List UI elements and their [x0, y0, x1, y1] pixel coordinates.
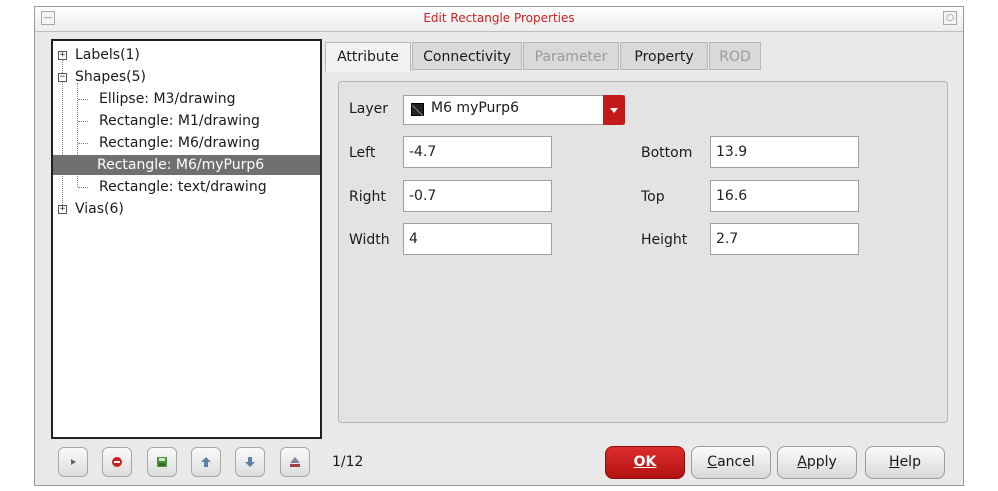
left-label: Left [349, 145, 376, 161]
layer-value: M6 myPurp6 [431, 100, 519, 116]
play-button[interactable] [58, 447, 88, 477]
layer-swatch-icon [411, 103, 424, 116]
ok-label: OK [633, 454, 657, 470]
width-field[interactable]: 4 [403, 223, 552, 255]
tree-node-label: Vias [75, 201, 105, 217]
tab-connectivity[interactable]: Connectivity [412, 42, 522, 70]
help-button[interactable]: Help [865, 446, 945, 479]
layer-label: Layer [349, 101, 389, 117]
dialog-window: — Edit Rectangle Properties ○ + Labels(1… [34, 6, 964, 486]
shape-tree[interactable]: + Labels(1) − Shapes(5) Ellipse: M3/draw… [51, 39, 322, 439]
tree-connector [78, 143, 88, 144]
stop-button[interactable] [102, 447, 132, 477]
tree-connector [78, 121, 88, 122]
arrow-up-icon [201, 457, 211, 467]
apply-button[interactable]: Apply [777, 446, 857, 479]
move-down-button[interactable] [235, 447, 265, 477]
tree-connector [78, 99, 88, 100]
window-close-icon[interactable]: ○ [943, 11, 957, 25]
cancel-button[interactable]: Cancel [691, 446, 771, 479]
expand-icon[interactable]: + [58, 51, 67, 60]
tree-node-count: (1) [120, 47, 140, 63]
right-field[interactable]: -0.7 [403, 180, 552, 212]
eject-button[interactable] [280, 447, 310, 477]
apply-mnemonic: A [797, 454, 807, 470]
tab-rod[interactable]: ROD [709, 42, 761, 70]
ok-button[interactable]: OK [605, 446, 685, 479]
apply-label: pply [806, 454, 837, 470]
tree-node-label: Shapes [75, 69, 127, 85]
expand-icon[interactable]: + [58, 205, 67, 214]
window-title: Edit Rectangle Properties [423, 11, 575, 25]
tab-attribute[interactable]: Attribute [325, 42, 411, 72]
save-icon [157, 457, 167, 467]
tree-item-rectangle-m6-drawing[interactable]: Rectangle: M6/drawing [97, 133, 262, 153]
width-label: Width [349, 232, 390, 248]
left-field[interactable]: -4.7 [403, 136, 552, 168]
tree-item-rectangle-text-drawing[interactable]: Rectangle: text/drawing [97, 177, 269, 197]
tree-node-count: (6) [104, 201, 124, 217]
height-label: Height [641, 232, 688, 248]
bottom-label: Bottom [641, 145, 693, 161]
collapse-icon[interactable]: − [58, 73, 67, 82]
chevron-down-icon[interactable] [603, 95, 625, 125]
tree-item-ellipse-m3-drawing[interactable]: Ellipse: M3/drawing [97, 89, 238, 109]
help-label: elp [899, 454, 921, 470]
arrow-down-icon [245, 457, 255, 467]
tree-node-labels[interactable]: Labels(1) [75, 45, 140, 65]
help-mnemonic: H [889, 454, 900, 470]
tree-item-rectangle-m1-drawing[interactable]: Rectangle: M1/drawing [97, 111, 262, 131]
top-label: Top [641, 189, 665, 205]
tree-node-count: (5) [126, 69, 146, 85]
stop-icon [112, 457, 122, 467]
save-button[interactable] [147, 447, 177, 477]
play-icon [71, 459, 76, 465]
move-up-button[interactable] [191, 447, 221, 477]
tree-node-shapes[interactable]: Shapes(5) [75, 67, 146, 87]
tab-property[interactable]: Property [620, 42, 708, 70]
tree-item-rectangle-m6-mypurp6[interactable]: Rectangle: M6/myPurp6 [53, 155, 320, 175]
cancel-label: ancel [717, 454, 755, 470]
tab-parameter[interactable]: Parameter [523, 42, 619, 70]
cancel-mnemonic: C [707, 454, 718, 470]
layer-select[interactable]: M6 myPurp6 [403, 95, 625, 125]
eject-icon [290, 457, 300, 467]
tree-node-label: Labels [75, 47, 121, 63]
tree-connector [78, 187, 88, 188]
record-counter: 1/12 [332, 454, 364, 470]
top-field[interactable]: 16.6 [710, 180, 859, 212]
right-label: Right [349, 189, 386, 205]
bottom-field[interactable]: 13.9 [710, 136, 859, 168]
height-field[interactable]: 2.7 [710, 223, 859, 255]
tree-node-vias[interactable]: Vias(6) [75, 199, 124, 219]
title-bar: — Edit Rectangle Properties ○ [35, 7, 963, 32]
